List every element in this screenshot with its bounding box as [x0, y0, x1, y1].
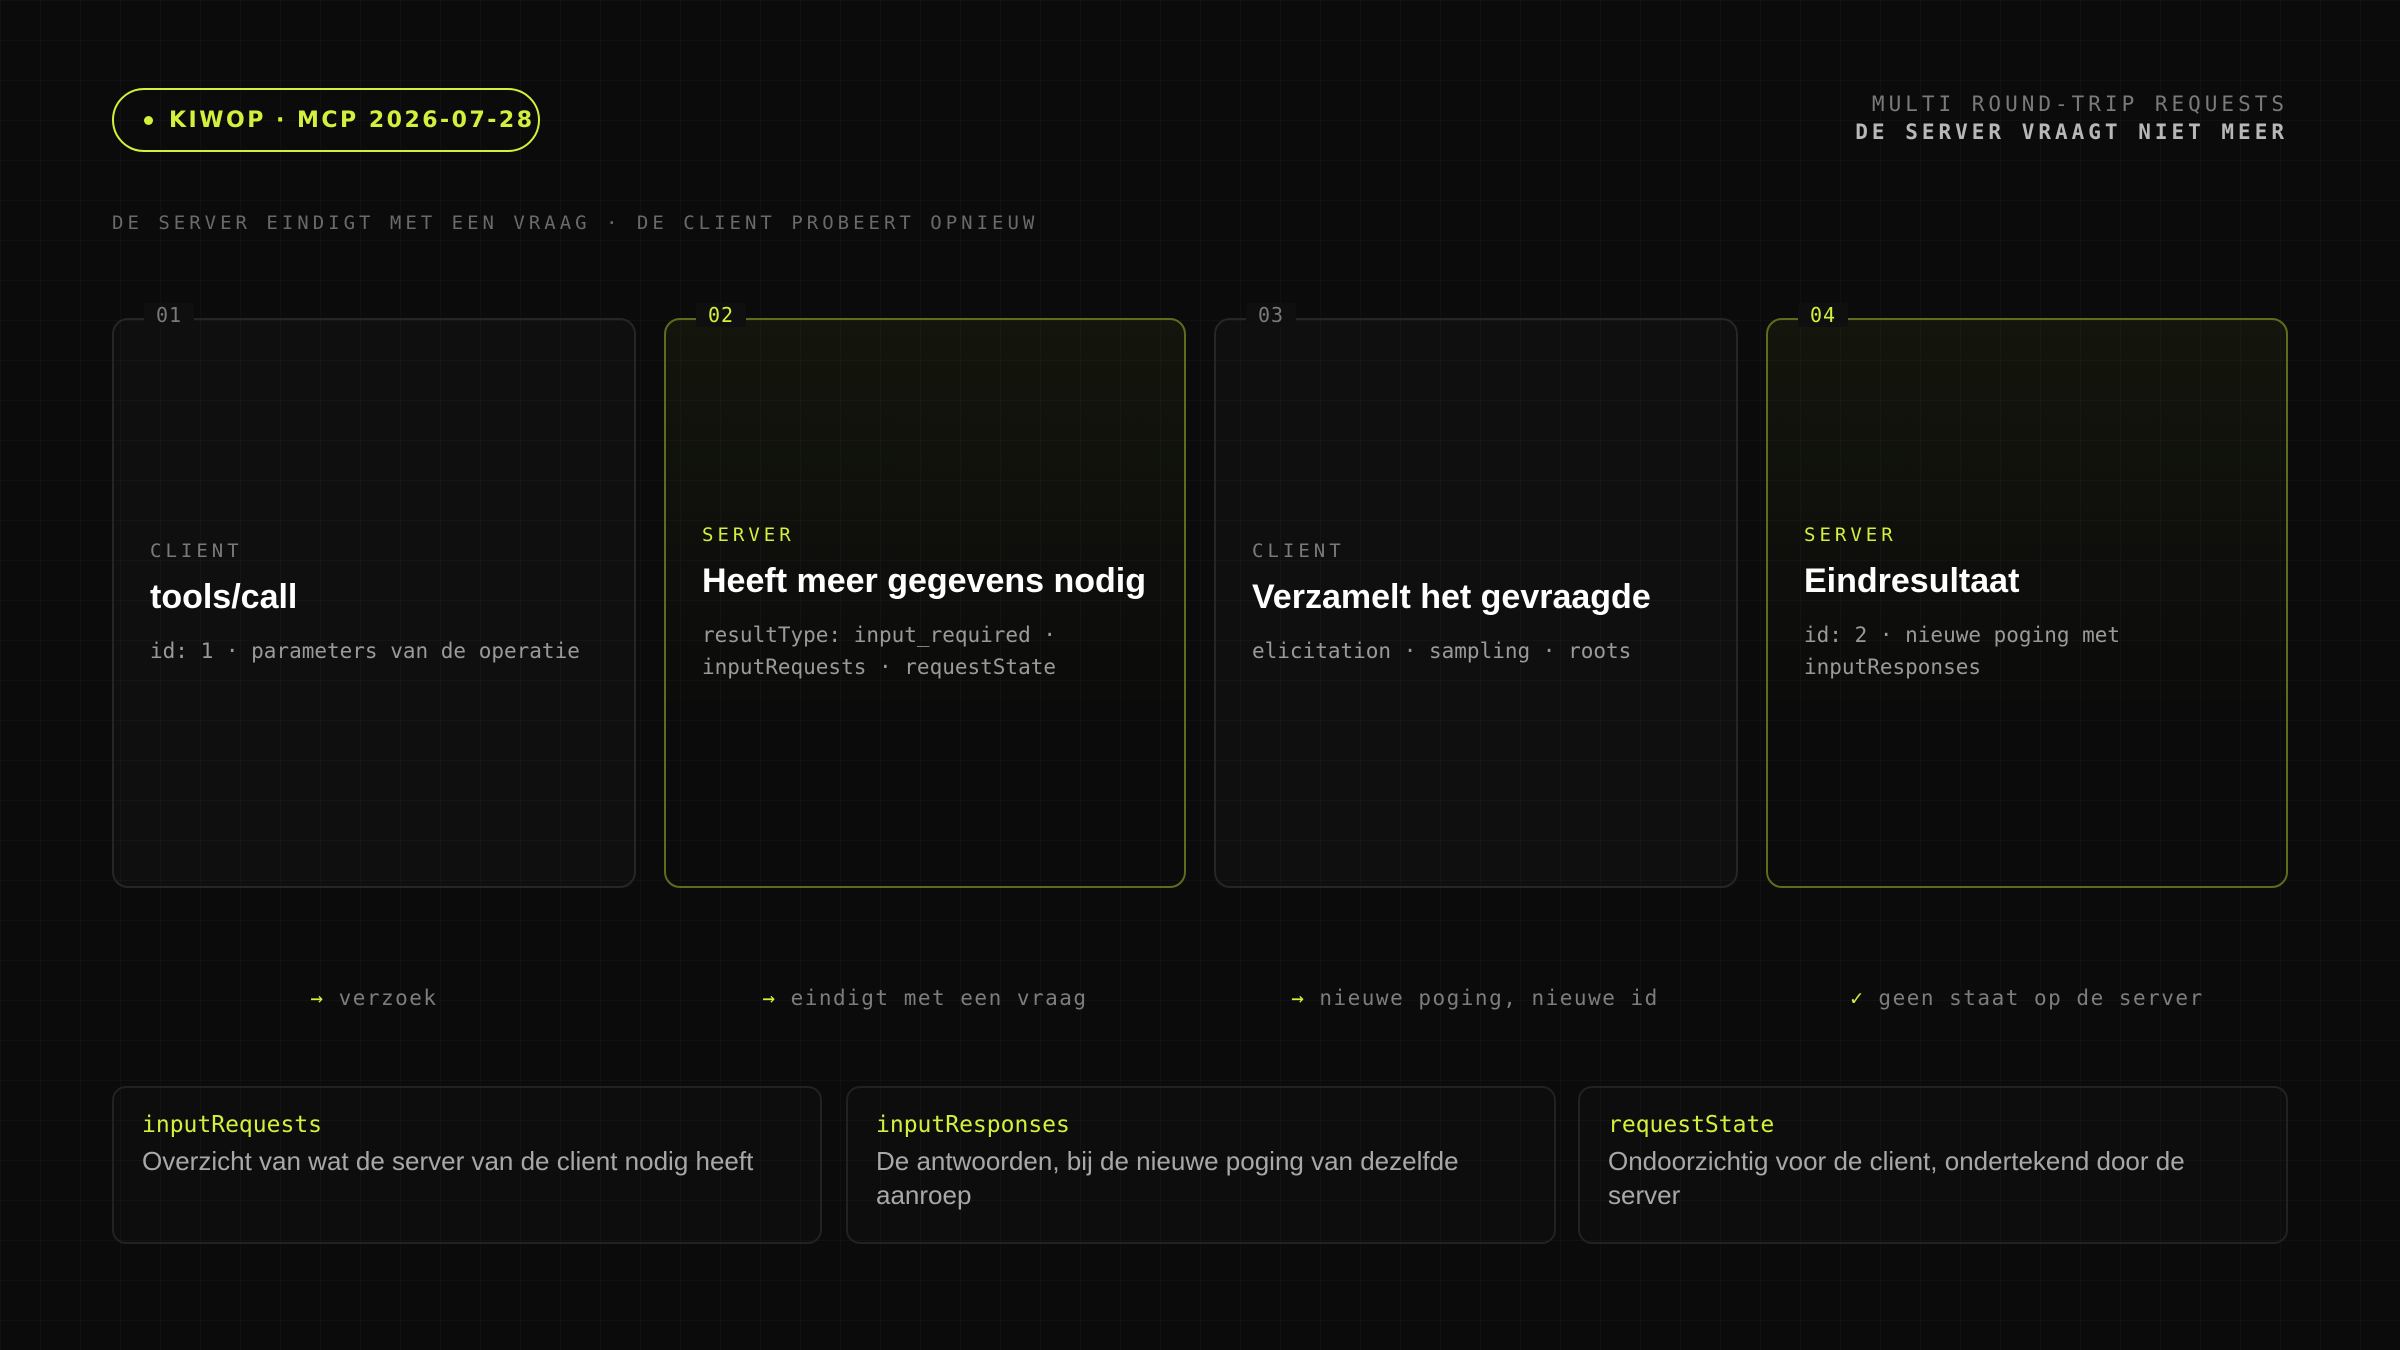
field-key: requestState	[1608, 1112, 1775, 1138]
arrow-right-icon: →	[1291, 986, 1306, 1010]
step-title: Heeft meer gegevens nodig	[702, 561, 1147, 600]
arrow-right-icon: →	[762, 986, 777, 1010]
step-description: id: 2 · nieuwe poging met inputResponses	[1804, 622, 2121, 679]
header-title: DE SERVER VRAAGT NIET MEER	[1855, 120, 2288, 144]
step-description: elicitation · sampling · roots	[1252, 638, 1632, 663]
step-card-1: 01 CLIENT tools/call id: 1 · parameters …	[112, 303, 636, 888]
field-key: inputRequests	[142, 1112, 323, 1138]
field-info-request-state: requestState Ondoorzichtig voor de clien…	[1578, 1086, 2288, 1244]
arrow-right-icon: →	[310, 986, 325, 1010]
field-info-input-requests: inputRequests Overzicht van wat de serve…	[112, 1086, 822, 1244]
field-description: Ondoorzichtig voor de client, onderteken…	[1608, 1146, 2185, 1210]
flow-label-1: → verzoek	[99, 986, 649, 1010]
page-subtitle: DE SERVER EINDIGT MET EEN VRAAG · DE CLI…	[112, 212, 1039, 234]
version-badge: KIWOP · MCP 2026-07-28	[112, 88, 540, 152]
flow-text: verzoek	[338, 986, 438, 1010]
step-title: Verzamelt het gevraagde	[1252, 577, 1651, 616]
badge-label: KIWOP · MCP 2026-07-28	[169, 107, 535, 133]
step-role: CLIENT	[150, 539, 243, 562]
step-card-4: 04 SERVER Eindresultaat id: 2 · nieuwe p…	[1766, 303, 2288, 888]
field-key: inputResponses	[876, 1112, 1070, 1138]
step-card-2: 02 SERVER Heeft meer gegevens nodig resu…	[664, 303, 1186, 888]
step-description: resultType: input_required · inputReques…	[702, 622, 1057, 679]
flow-text: geen staat op de server	[1878, 986, 2204, 1010]
step-role: SERVER	[1804, 523, 1897, 546]
step-title: Eindresultaat	[1804, 561, 2020, 600]
flow-label-4: ✓ geen staat op de server	[1752, 986, 2302, 1010]
field-description: De antwoorden, bij de nieuwe poging van …	[876, 1146, 1459, 1210]
badge-dot-icon	[144, 115, 153, 125]
step-role: CLIENT	[1252, 539, 1345, 562]
field-info-input-responses: inputResponses De antwoorden, bij de nie…	[846, 1086, 1556, 1244]
step-role: SERVER	[702, 523, 795, 546]
flow-label-3: → nieuwe poging, nieuwe id	[1200, 986, 1750, 1010]
check-icon: ✓	[1850, 986, 1865, 1010]
flow-text: nieuwe poging, nieuwe id	[1319, 986, 1659, 1010]
field-description: Overzicht van wat de server van de clien…	[142, 1146, 754, 1176]
step-title: tools/call	[150, 577, 298, 616]
header-kicker: MULTI ROUND-TRIP REQUESTS	[1871, 92, 2288, 116]
flow-label-2: → eindigt met een vraag	[650, 986, 1200, 1010]
flow-text: eindigt met een vraag	[790, 986, 1088, 1010]
step-card-3: 03 CLIENT Verzamelt het gevraagde elicit…	[1214, 303, 1738, 888]
step-description: id: 1 · parameters van de operatie	[150, 638, 580, 663]
header-right: MULTI ROUND-TRIP REQUESTS DE SERVER VRAA…	[1855, 90, 2288, 146]
